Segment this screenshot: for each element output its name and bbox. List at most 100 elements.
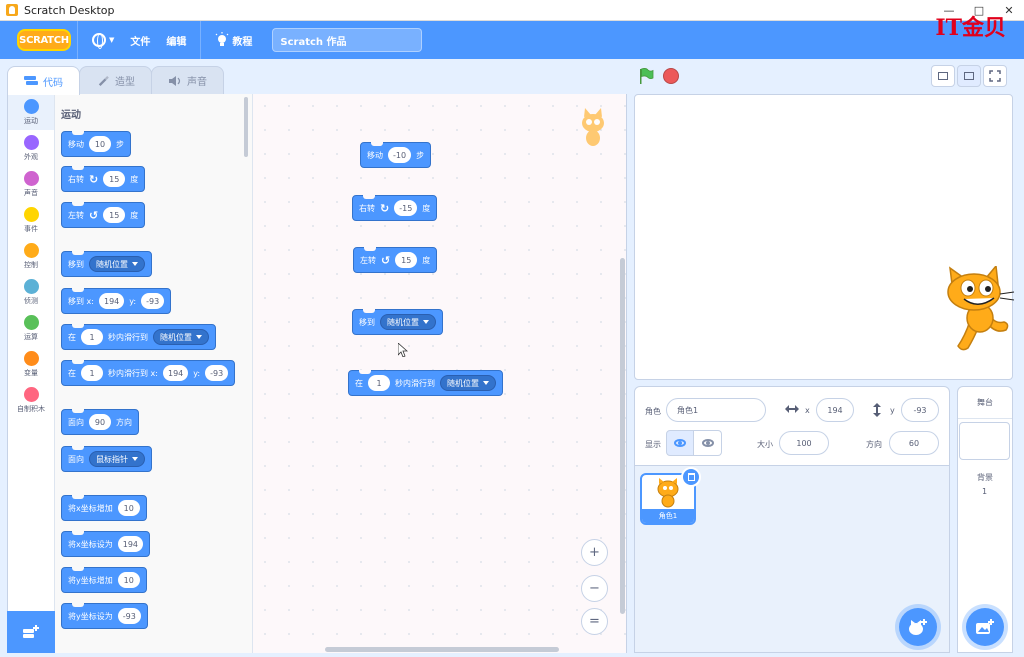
block-number-input[interactable]: -93 bbox=[141, 293, 165, 309]
script-workspace[interactable]: 移动 -10 步 右转 ↻ -15 度 左转 ↺ 15 度 移到 随机位置 在 … bbox=[253, 94, 627, 653]
scratch-logo[interactable]: SCRATCH bbox=[17, 29, 71, 51]
language-menu[interactable]: ▼ bbox=[84, 21, 122, 59]
block-number-input[interactable]: 90 bbox=[89, 414, 111, 430]
rotate-right-icon: ↻ bbox=[380, 201, 390, 215]
small-stage-button[interactable] bbox=[931, 65, 955, 87]
category-sensing-dot bbox=[23, 278, 39, 294]
delete-sprite-button[interactable] bbox=[681, 467, 701, 487]
category-looks[interactable]: 外观 bbox=[8, 130, 54, 166]
y-input[interactable]: -93 bbox=[901, 398, 939, 422]
show-sprite-button[interactable] bbox=[666, 430, 694, 456]
zoom-reset-button[interactable]: = bbox=[581, 608, 608, 635]
tab-costumes[interactable]: 造型 bbox=[79, 66, 152, 94]
sprite-name-input[interactable]: 角色1 bbox=[666, 398, 766, 422]
direction-input[interactable]: 60 bbox=[889, 431, 939, 455]
block-point-in-direction[interactable]: 面向 90 方向 bbox=[61, 409, 139, 435]
zoom-in-button[interactable]: + bbox=[581, 539, 608, 566]
category-sound[interactable]: 声音 bbox=[8, 166, 54, 202]
block-move-steps[interactable]: 移动 10 步 bbox=[61, 131, 131, 157]
block-goto-xy[interactable]: 移到 x: 194 y: -93 bbox=[61, 288, 172, 314]
green-flag-icon[interactable] bbox=[638, 68, 654, 84]
category-sensing[interactable]: 侦测 bbox=[8, 274, 54, 310]
x-input[interactable]: 194 bbox=[816, 398, 854, 422]
block-dropdown[interactable]: 随机位置 bbox=[89, 256, 145, 272]
tab-code[interactable]: 代码 bbox=[7, 66, 80, 95]
block-number-input[interactable]: 10 bbox=[117, 500, 140, 516]
ws-block-move-steps[interactable]: 移动 -10 步 bbox=[360, 142, 432, 168]
block-turn-left[interactable]: 左转 ↺ 15 度 bbox=[61, 202, 146, 228]
trash-icon bbox=[687, 473, 695, 481]
category-operators[interactable]: 运算 bbox=[8, 310, 54, 346]
tutorials-menu[interactable]: 教程 bbox=[207, 21, 260, 59]
block-dropdown[interactable]: 随机位置 bbox=[153, 329, 209, 345]
category-my-blocks[interactable]: 自制积木 bbox=[8, 382, 54, 418]
block-number-input[interactable]: 15 bbox=[103, 171, 126, 187]
add-extension-button[interactable] bbox=[7, 611, 55, 653]
ws-block-turn-left[interactable]: 左转 ↺ 15 度 bbox=[353, 247, 438, 273]
block-text: 秒内滑行到 bbox=[108, 332, 148, 342]
block-number-input[interactable]: 10 bbox=[117, 572, 140, 588]
block-point-towards[interactable]: 面向 鼠标指针 bbox=[61, 446, 152, 472]
block-number-input[interactable]: 1 bbox=[81, 329, 103, 345]
stop-icon[interactable] bbox=[663, 68, 679, 84]
block-number-input[interactable]: -15 bbox=[394, 200, 418, 216]
block-number-input[interactable]: 1 bbox=[368, 375, 390, 391]
category-control[interactable]: 控制 bbox=[8, 238, 54, 274]
ws-block-glide-to[interactable]: 在 1 秒内滑行到 随机位置 bbox=[348, 370, 503, 396]
block-set-y[interactable]: 将y坐标设为 -93 bbox=[61, 603, 148, 629]
paintbrush-icon bbox=[98, 75, 109, 86]
category-motion[interactable]: 运动 bbox=[8, 94, 54, 130]
block-change-y[interactable]: 将y坐标增加 10 bbox=[61, 567, 147, 593]
block-text: 在 bbox=[68, 332, 76, 342]
category-label: 运动 bbox=[24, 116, 38, 125]
fullscreen-button[interactable] bbox=[983, 65, 1007, 87]
block-number-input[interactable]: -93 bbox=[117, 608, 141, 624]
backdrop-thumbnail[interactable] bbox=[959, 422, 1010, 460]
large-stage-button[interactable] bbox=[957, 65, 981, 87]
workspace-horizontal-scrollbar[interactable] bbox=[325, 647, 559, 652]
block-text: 面向 bbox=[68, 454, 84, 464]
block-number-input[interactable]: -10 bbox=[388, 147, 412, 163]
size-input[interactable]: 100 bbox=[779, 431, 829, 455]
block-number-input[interactable]: -93 bbox=[205, 365, 229, 381]
block-text: 度 bbox=[130, 210, 139, 220]
palette-scrollbar[interactable] bbox=[244, 97, 248, 157]
tab-sounds[interactable]: 声音 bbox=[151, 66, 224, 94]
menu-divider bbox=[200, 21, 202, 59]
sprite-name-label: 角色 bbox=[645, 407, 661, 416]
edit-menu[interactable]: 编辑 bbox=[158, 21, 194, 59]
category-events[interactable]: 事件 bbox=[8, 202, 54, 238]
ws-block-turn-right[interactable]: 右转 ↻ -15 度 bbox=[352, 195, 438, 221]
block-number-input[interactable]: 15 bbox=[395, 252, 418, 268]
block-number-input[interactable]: 194 bbox=[162, 365, 189, 381]
add-backdrop-button[interactable] bbox=[966, 608, 1004, 646]
block-number-input[interactable]: 1 bbox=[81, 365, 103, 381]
project-title-input[interactable]: Scratch 作品 bbox=[272, 28, 423, 52]
category-label: 声音 bbox=[24, 188, 38, 197]
block-goto[interactable]: 移到 随机位置 bbox=[61, 251, 152, 277]
file-menu[interactable]: 文件 bbox=[122, 21, 158, 59]
block-number-input[interactable]: 15 bbox=[103, 207, 126, 223]
block-text: 秒内滑行到 bbox=[395, 378, 435, 388]
block-turn-right[interactable]: 右转 ↻ 15 度 bbox=[61, 166, 146, 192]
block-change-x[interactable]: 将x坐标增加 10 bbox=[61, 495, 147, 521]
add-sprite-button[interactable] bbox=[899, 608, 937, 646]
block-number-input[interactable]: 194 bbox=[117, 536, 144, 552]
block-set-x[interactable]: 将x坐标设为 194 bbox=[61, 531, 151, 557]
cat-sprite[interactable] bbox=[940, 266, 1016, 358]
zoom-out-button[interactable]: − bbox=[581, 575, 608, 602]
block-number-input[interactable]: 194 bbox=[98, 293, 125, 309]
block-glide-to[interactable]: 在 1 秒内滑行到 随机位置 bbox=[61, 324, 216, 350]
globe-icon bbox=[92, 33, 106, 49]
add-extension-icon bbox=[23, 625, 39, 638]
hide-sprite-button[interactable] bbox=[694, 430, 722, 456]
block-text: 将y坐标增加 bbox=[68, 575, 113, 585]
ws-block-goto[interactable]: 移到 随机位置 bbox=[352, 309, 443, 335]
category-variables[interactable]: 变量 bbox=[8, 346, 54, 382]
block-glide-xy[interactable]: 在 1 秒内滑行到 x: 194 y: -93 bbox=[61, 360, 236, 386]
block-dropdown[interactable]: 随机位置 bbox=[380, 314, 436, 330]
block-dropdown[interactable]: 随机位置 bbox=[440, 375, 496, 391]
block-number-input[interactable]: 10 bbox=[89, 136, 111, 152]
block-dropdown[interactable]: 鼠标指针 bbox=[89, 451, 145, 467]
workspace-vertical-scrollbar[interactable] bbox=[620, 258, 625, 614]
